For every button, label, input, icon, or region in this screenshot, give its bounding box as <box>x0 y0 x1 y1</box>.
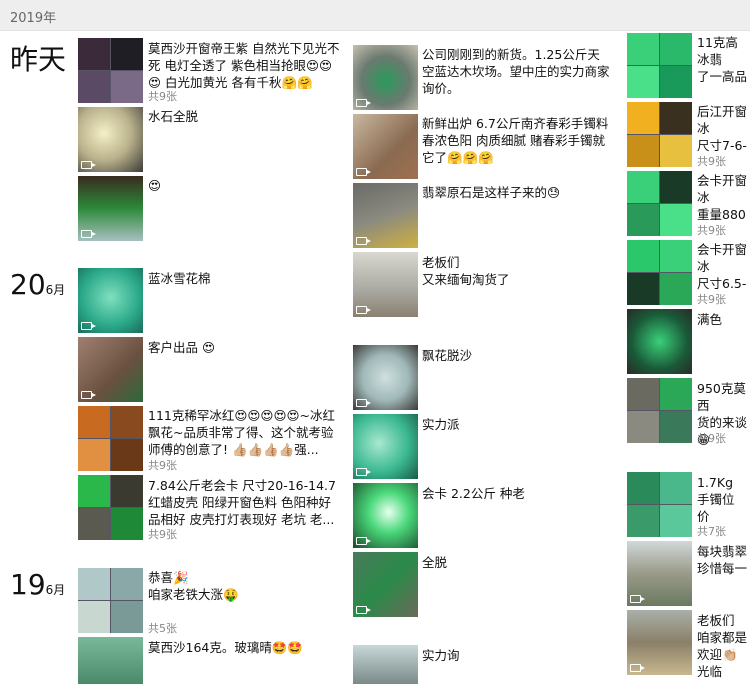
post-thumbnail[interactable] <box>627 378 692 443</box>
post-thumbnail[interactable] <box>78 406 143 471</box>
post-thumbnail[interactable] <box>78 637 143 684</box>
post-thumbnail[interactable] <box>353 345 418 410</box>
video-icon <box>81 161 96 169</box>
photo-count: 共5张 <box>148 622 177 635</box>
video-icon <box>356 237 371 245</box>
video-icon <box>356 606 371 614</box>
day-label-yesterday: 昨天 <box>10 38 66 78</box>
photo-count: 共7张 <box>697 525 726 538</box>
post-text[interactable]: 实力派 <box>422 416 610 433</box>
middle-column: 公司刚刚到的新货。1.25公斤天空蓝达木坎场。望中庄的实力商家询价。 新鲜出炉 … <box>350 0 622 684</box>
post-text[interactable]: 实力询 <box>422 647 610 664</box>
post-text[interactable]: 老板们 又来缅甸淘货了 <box>422 254 610 288</box>
video-icon <box>356 537 371 545</box>
left-column: 昨天 206月 196月 莫西沙开窗帝王紫 自然光下见光不死 电灯全透了 紫色相… <box>0 0 350 684</box>
post-text[interactable]: 11克高冰翡 了一高品质 的速度秒一 <box>697 34 750 85</box>
day-label-19: 196月 <box>10 568 65 601</box>
video-icon <box>356 99 371 107</box>
post-text[interactable]: 客户出品 😍 <box>148 339 340 356</box>
post-thumbnail[interactable] <box>627 309 692 374</box>
post-thumbnail[interactable] <box>627 240 692 305</box>
post-thumbnail[interactable] <box>78 38 143 103</box>
post-text[interactable]: 莫西沙开窗帝王紫 自然光下见光不死 电灯全透了 紫色相当抢眼😍😍😍 白光加黄光 … <box>148 40 340 91</box>
post-text[interactable]: 翡翠原石是这样子来的😓 <box>422 184 610 201</box>
video-icon <box>81 230 96 238</box>
post-thumbnail[interactable] <box>353 45 418 110</box>
post-thumbnail[interactable] <box>627 171 692 236</box>
post-text[interactable]: 公司刚刚到的新货。1.25公斤天空蓝达木坎场。望中庄的实力商家询价。 <box>422 46 610 97</box>
post-thumbnail[interactable] <box>627 472 692 537</box>
day-label-20: 206月 <box>10 268 65 301</box>
post-text[interactable]: 满色 <box>697 311 750 328</box>
post-text[interactable]: 恭喜🎉 咱家老铁大涨🤑 <box>148 569 340 603</box>
post-thumbnail[interactable] <box>78 176 143 241</box>
photo-count: 共9张 <box>148 528 177 541</box>
video-icon <box>356 468 371 476</box>
post-text[interactable]: 111克稀罕冰红😍😍😍😍😍~冰红飘花~品质非常了得、这个就考验师傅的创意了! 👍… <box>148 407 340 458</box>
photo-count: 共9张 <box>697 155 726 168</box>
post-text[interactable]: 😍 <box>148 177 340 194</box>
post-thumbnail[interactable] <box>353 114 418 179</box>
photo-count: 共9张 <box>148 90 177 103</box>
photo-count: 共9张 <box>697 432 726 445</box>
video-icon <box>81 322 96 330</box>
post-text[interactable]: 7.84公斤老会卡 尺寸20-16-14.7红蜡皮壳 阳绿开窗色料 色阳种好品相… <box>148 477 340 528</box>
post-thumbnail[interactable] <box>627 102 692 167</box>
post-thumbnail[interactable] <box>627 33 692 98</box>
post-thumbnail[interactable] <box>353 183 418 248</box>
post-thumbnail[interactable] <box>353 483 418 548</box>
post-thumbnail[interactable] <box>627 610 692 675</box>
post-thumbnail[interactable] <box>353 645 418 684</box>
post-thumbnail[interactable] <box>78 475 143 540</box>
post-text[interactable]: 全脱 <box>422 554 610 571</box>
post-thumbnail[interactable] <box>78 568 143 633</box>
video-icon <box>356 306 371 314</box>
day-big: 昨天 <box>10 43 67 76</box>
video-icon <box>81 391 96 399</box>
day-big: 20 <box>10 268 46 301</box>
video-icon <box>356 168 371 176</box>
post-text[interactable]: 会卡 2.2公斤 种老 <box>422 485 610 502</box>
post-thumbnail[interactable] <box>627 541 692 606</box>
day-big: 19 <box>10 568 46 601</box>
post-text[interactable]: 水石全脱 <box>148 108 340 125</box>
right-column: 11克高冰翡 了一高品质 的速度秒一 后江开窗冰 尺寸7-6-4 相完美，种 共… <box>622 0 750 684</box>
post-text[interactable]: 会卡开窗冰 重量880克 化冰 开窗 <box>697 172 750 223</box>
post-text[interactable]: 会卡开窗冰 尺寸6.5-6 子干净清爽 <box>697 241 750 292</box>
post-text[interactable]: 每块翡翠 珍惜每一 <box>697 543 750 577</box>
video-icon <box>356 399 371 407</box>
post-text[interactable]: 飘花脱沙 <box>422 347 610 364</box>
post-thumbnail[interactable] <box>78 337 143 402</box>
photo-count: 共9张 <box>697 224 726 237</box>
post-text[interactable]: 莫西沙164克。玻璃晴🤩🤩 <box>148 639 340 656</box>
post-text[interactable]: 老板们 咱家都是 欢迎👏🏼光临 <box>697 612 750 680</box>
video-icon <box>630 595 645 603</box>
day-small: 6月 <box>45 283 66 297</box>
post-thumbnail[interactable] <box>353 252 418 317</box>
photo-count: 共9张 <box>148 459 177 472</box>
post-text[interactable]: 新鲜出炉 6.7公斤南齐春彩手镯料 春浓色阳 肉质细腻 赌春彩手镯就它了🤗🤗🤗 <box>422 115 610 166</box>
post-thumbnail[interactable] <box>78 107 143 172</box>
photo-count: 共9张 <box>697 293 726 306</box>
day-small: 6月 <box>45 583 66 597</box>
post-text[interactable]: 蓝冰雪花棉 <box>148 270 340 287</box>
post-thumbnail[interactable] <box>353 414 418 479</box>
video-icon <box>630 664 645 672</box>
post-text[interactable]: 1.7Kg 手镯位 价 <box>697 474 750 525</box>
post-thumbnail[interactable] <box>353 552 418 617</box>
post-thumbnail[interactable] <box>78 268 143 333</box>
post-text[interactable]: 后江开窗冰 尺寸7-6-4 相完美，种 <box>697 103 750 154</box>
